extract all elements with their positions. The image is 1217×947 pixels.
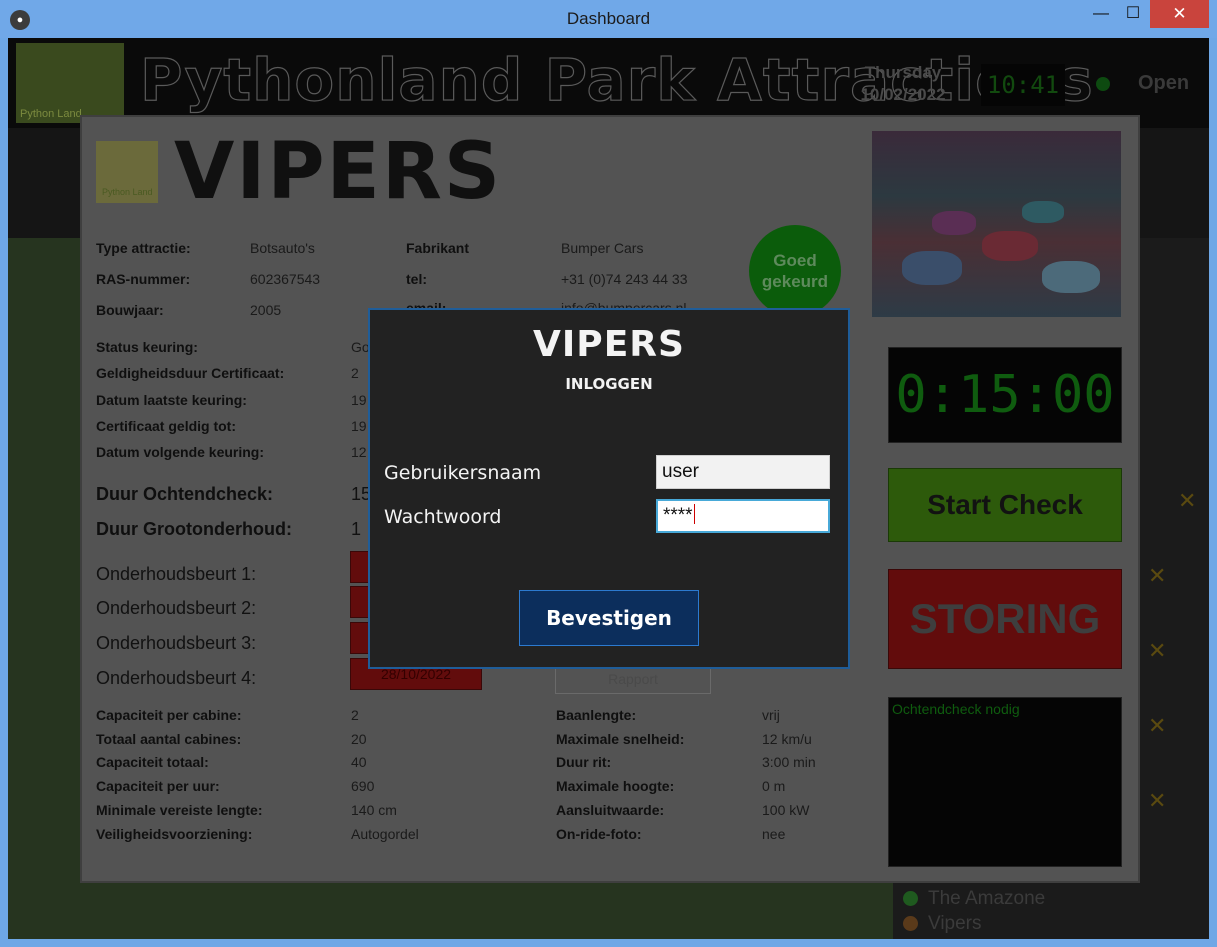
attraction-logo: Python Land	[96, 141, 158, 203]
confirm-button[interactable]: Bevestigen	[519, 590, 699, 646]
spec-label: Duur rit:	[556, 754, 612, 770]
login-dialog: VIPERS INLOGGEN Gebruikersnaam user Wach…	[368, 308, 850, 669]
date-display: Thursday 10/02/2022	[848, 62, 958, 106]
info-label: RAS-nummer:	[96, 271, 191, 287]
inspection-label: Datum volgende keuring:	[96, 444, 265, 460]
info-value: 602367543	[250, 271, 321, 287]
maintenance-label: Onderhoudsbeurt 4:	[96, 668, 257, 688]
spec-label: Capaciteit per uur:	[96, 778, 220, 794]
attraction-photo	[872, 131, 1121, 317]
spec-value: 100 kW	[762, 802, 810, 818]
spec-value: 690	[351, 778, 375, 794]
inspection-value: 12	[351, 444, 367, 460]
inspection-label: Datum laatste keuring:	[96, 392, 247, 408]
park-status: Open	[1138, 72, 1190, 94]
maintenance-label: Onderhoudsbeurt 3:	[96, 633, 257, 653]
dialog-title: VIPERS	[533, 324, 685, 365]
username-label: Gebruikersnaam	[384, 462, 542, 484]
spec-value: 20	[351, 731, 367, 747]
attraction-list: The Amazone Vipers	[903, 886, 1045, 936]
window-title: Dashboard	[566, 9, 651, 28]
tools-icon[interactable]: ✕	[1148, 563, 1166, 589]
tools-icon[interactable]: ✕	[1148, 638, 1166, 664]
spec-value: nee	[762, 826, 786, 842]
info-label: Type attractie:	[96, 240, 191, 256]
status-indicator-icon	[1096, 77, 1110, 91]
spec-value: vrij	[762, 707, 780, 723]
maintenance-label: Onderhoudsbeurt 2:	[96, 598, 257, 618]
spec-label: On-ride-foto:	[556, 826, 642, 842]
spec-value: 140 cm	[351, 802, 397, 818]
spec-label: Totaal aantal cabines:	[96, 731, 242, 747]
maximize-button[interactable]: ☐	[1120, 0, 1146, 28]
info-value: +31 (0)74 243 44 33	[561, 271, 688, 287]
day-label: Thursday	[864, 63, 942, 82]
inspection-value: 19	[351, 418, 367, 434]
minimize-button[interactable]: —	[1088, 0, 1114, 28]
status-dot-icon	[903, 891, 918, 906]
status-log: Ochtendcheck nodig	[888, 697, 1122, 867]
spec-label: Maximale snelheid:	[556, 731, 685, 747]
attraction-title: VIPERS	[174, 127, 503, 217]
dashboard-client: Python Land Pythonland Park Attractions …	[8, 38, 1209, 939]
start-check-button[interactable]: Start Check	[888, 468, 1122, 542]
info-label: Bouwjaar:	[96, 302, 164, 318]
spec-value: 2	[351, 707, 359, 723]
spec-value: 40	[351, 754, 367, 770]
info-label: Fabrikant	[406, 240, 470, 256]
password-label: Wachtwoord	[384, 506, 502, 528]
text-caret	[693, 504, 695, 524]
spec-value: 0 m	[762, 778, 786, 794]
spec-label: Aansluitwaarde:	[556, 802, 665, 818]
spec-value: Autogordel	[351, 826, 419, 842]
info-value: Bumper Cars	[561, 240, 644, 256]
duration-value: 1	[351, 519, 362, 539]
info-value: Botsauto's	[250, 240, 315, 256]
clock-display: 10:41	[981, 64, 1065, 106]
inspection-label: Status keuring:	[96, 339, 198, 355]
title-bar: ● Dashboard — ☐ ✕	[0, 0, 1217, 38]
spec-label: Capaciteit per cabine:	[96, 707, 242, 723]
spec-label: Maximale hoogte:	[556, 778, 675, 794]
date-label: 10/02/2022	[860, 85, 946, 104]
tools-icon[interactable]: ✕	[1148, 788, 1166, 814]
spec-label: Capaciteit totaal:	[96, 754, 209, 770]
inspection-value: 2	[351, 365, 359, 381]
spec-value: 12 km/u	[762, 731, 812, 747]
username-field[interactable]: user	[656, 455, 830, 489]
park-logo: Python Land	[16, 43, 124, 123]
log-message: Ochtendcheck nodig	[892, 701, 1020, 717]
status-dot-icon	[903, 916, 918, 931]
info-value: 2005	[250, 302, 282, 318]
close-button[interactable]: ✕	[1150, 0, 1209, 28]
inspection-badge: Goed gekeurd	[749, 225, 841, 317]
spec-label: Minimale vereiste lengte:	[96, 802, 263, 818]
password-field[interactable]: ****	[656, 499, 830, 533]
inspection-label: Certificaat geldig tot:	[96, 418, 237, 434]
spec-label: Veiligheidsvoorziening:	[96, 826, 253, 842]
inspection-value: 19	[351, 392, 367, 408]
tools-icon[interactable]: ✕	[1148, 713, 1166, 739]
duration-label: Duur Ochtendcheck:	[96, 484, 274, 504]
inspection-value: Go	[351, 339, 370, 355]
dialog-subtitle: INLOGGEN	[565, 375, 653, 393]
list-item[interactable]: Vipers	[903, 911, 1045, 936]
info-label: tel:	[406, 271, 427, 287]
spec-label: Baanlengte:	[556, 707, 637, 723]
check-timer: 0:15:00	[888, 347, 1122, 443]
list-item[interactable]: The Amazone	[903, 886, 1045, 911]
close-icon[interactable]: ✕	[1178, 488, 1196, 514]
spec-value: 3:00 min	[762, 754, 816, 770]
storing-button[interactable]: STORING	[888, 569, 1122, 669]
maintenance-label: Onderhoudsbeurt 1:	[96, 564, 257, 584]
duration-label: Duur Grootonderhoud:	[96, 519, 292, 539]
inspection-label: Geldigheidsduur Certificaat:	[96, 365, 285, 381]
